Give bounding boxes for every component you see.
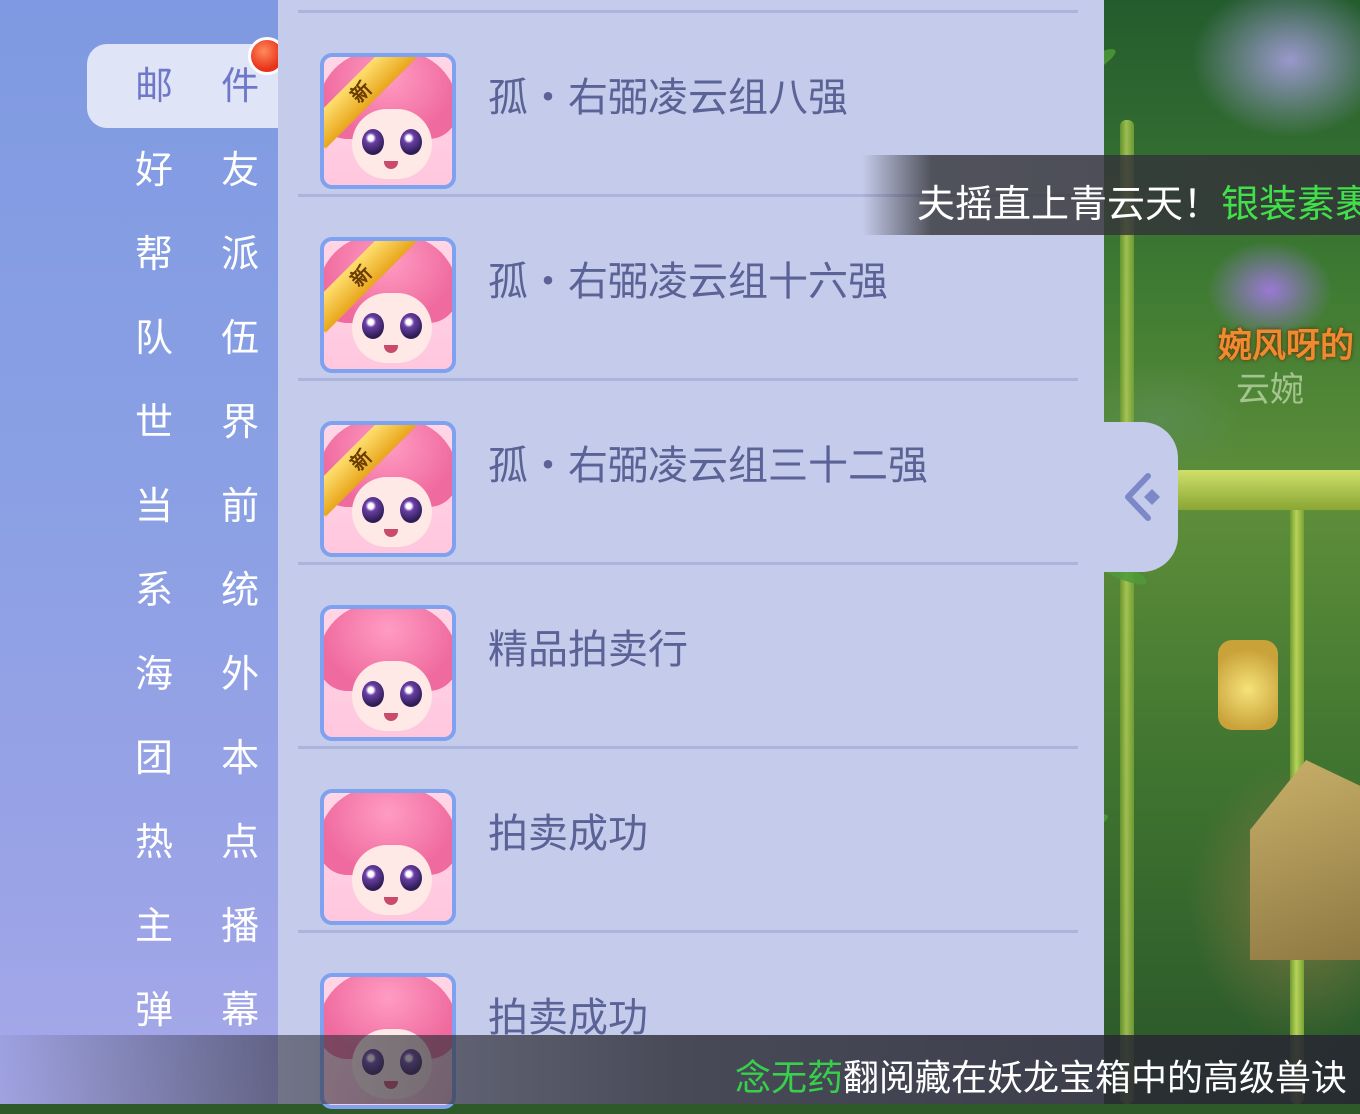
sender-avatar — [320, 789, 456, 925]
bamboo-beam — [1170, 470, 1360, 510]
chat-category-sidebar: 邮 件 好 友 帮 派 队 伍 世 界 当 前 系 统 海 外 团 本 热 点 … — [0, 0, 286, 1104]
chevron-left-icon — [1125, 473, 1160, 521]
divider — [298, 10, 1078, 13]
tab-friends[interactable]: 好 友 — [87, 128, 278, 212]
divider — [298, 746, 1078, 749]
tab-streamer[interactable]: 主 播 — [87, 884, 278, 968]
mail-title: 孤・右弼凌云组三十二强 — [488, 443, 928, 489]
tab-raid[interactable]: 团 本 — [87, 716, 278, 800]
divider — [298, 378, 1078, 381]
broadcast-message: 翻阅藏在妖龙宝箱中的高级兽诀 — [843, 1058, 1348, 1099]
tab-team[interactable]: 队 伍 — [87, 296, 278, 380]
mail-item[interactable]: 精品拍卖行 — [298, 562, 1078, 746]
mail-item[interactable]: 新 孤・右弼凌云组三十二强 — [298, 378, 1078, 562]
mail-item[interactable]: 拍卖成功 — [298, 746, 1078, 930]
player-name-label: 婉风呀的 — [1218, 326, 1354, 366]
bamboo-stalk — [1120, 120, 1134, 1104]
mail-title: 拍卖成功 — [488, 811, 648, 857]
announcement-banner: 夫摇直上青云天！银装素裹 — [862, 155, 1360, 235]
player-title-label: 云婉 — [1236, 370, 1304, 410]
announcement-text: 夫摇直上青云天！ — [917, 182, 1222, 226]
mail-title: 孤・右弼凌云组八强 — [488, 75, 848, 121]
mail-title: 精品拍卖行 — [488, 627, 688, 673]
collapse-panel-button[interactable] — [1104, 422, 1178, 572]
tab-current[interactable]: 当 前 — [87, 464, 278, 548]
divider — [298, 562, 1078, 565]
mail-title: 孤・右弼凌云组十六强 — [488, 259, 888, 305]
divider — [298, 930, 1078, 933]
tab-overseas[interactable]: 海 外 — [87, 632, 278, 716]
broadcast-player-name[interactable]: 念无药 — [735, 1058, 843, 1099]
sender-avatar: 新 — [320, 421, 456, 557]
lantern-icon — [1218, 640, 1278, 730]
sender-avatar: 新 — [320, 237, 456, 373]
tab-world[interactable]: 世 界 — [87, 380, 278, 464]
tab-hot[interactable]: 热 点 — [87, 800, 278, 884]
announcement-highlight: 银装素裹 — [1221, 182, 1360, 226]
sender-avatar — [320, 605, 456, 741]
tab-system[interactable]: 系 统 — [87, 548, 278, 632]
straw-hut — [1250, 760, 1360, 960]
system-broadcast: 念无药翻阅藏在妖龙宝箱中的高级兽诀 — [0, 1035, 1360, 1104]
sender-avatar: 新 — [320, 53, 456, 189]
tab-guild[interactable]: 帮 派 — [87, 212, 278, 296]
